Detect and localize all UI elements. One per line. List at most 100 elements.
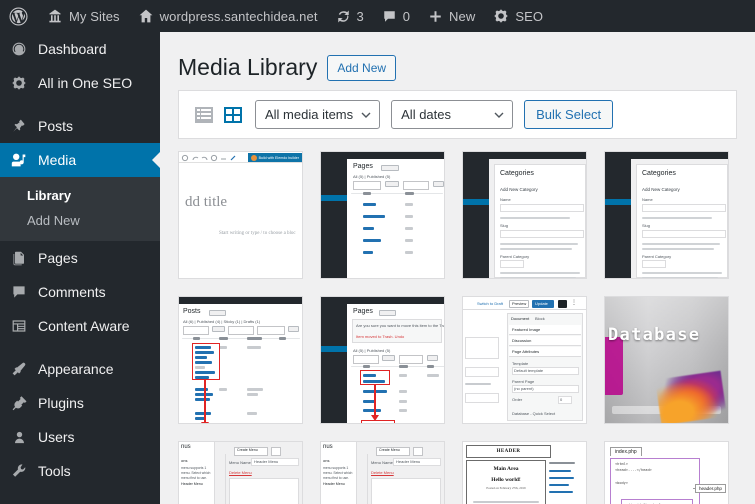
sidebar-item-all-in-one-seo[interactable]: All in One SEO [0, 66, 160, 100]
sidebar-item-media[interactable]: Media [0, 143, 160, 177]
chevron-down-icon [361, 112, 371, 118]
database-banner-text: Database [608, 327, 701, 344]
annotation-box-bottom [361, 420, 395, 423]
media-item-6[interactable]: Pages Are you sure you want to move this… [320, 296, 445, 424]
elementor-build-button[interactable]: Build with Elemdo builder [247, 153, 302, 162]
admin-bar-site-name[interactable]: wordpress.santechidea.net [129, 0, 327, 32]
annotation-arrow-head [201, 422, 209, 423]
order-value[interactable]: 0 [560, 397, 562, 402]
annotation-box [360, 370, 390, 385]
view-switcher [193, 104, 244, 126]
media-item-11[interactable]: HEADER Main Area Hello world! Posted on … [462, 441, 587, 504]
media-item-4-preview: Categories Add New Category Name Slug Pa… [605, 152, 728, 278]
annotation-arrow-line [374, 385, 376, 417]
media-item-4[interactable]: Categories Add New Category Name Slug Pa… [604, 151, 729, 279]
code-inner-block: <div id="header"> [621, 499, 693, 504]
editor-tool-icons [181, 154, 236, 162]
sidebar-item-dashboard[interactable]: Dashboard [0, 32, 160, 66]
media-item-10[interactable]: nus ons menu supports 1 menu. Select whi… [320, 441, 445, 504]
media-item-8[interactable]: Database [604, 296, 729, 424]
panel-featured-image[interactable]: Featured Image [512, 327, 540, 332]
media-item-3[interactable]: Categories Add New Category Name Slug Pa… [462, 151, 587, 279]
media-item-1-preview: Build with Elemdo builder dd title Start… [179, 152, 302, 278]
bulk-select-button[interactable]: Bulk Select [524, 100, 614, 129]
mini-f3: Parent Category [500, 254, 530, 259]
admin-bar-comments[interactable]: 0 [373, 0, 419, 32]
parent-label: Parent Page [512, 379, 535, 384]
comment-bubble-icon [384, 10, 395, 22]
add-new-button[interactable]: Add New [327, 54, 397, 82]
sidebar-item-appearance[interactable]: Appearance [0, 352, 160, 386]
media-type-filter-select[interactable]: All media items [255, 100, 381, 129]
sidebar-item-media-label: Media [38, 152, 77, 168]
media-item-5[interactable]: Posts All (6) | Published (4) | Sticky (… [178, 296, 303, 424]
sidebar-item-content-aware[interactable]: Content Aware [0, 309, 160, 343]
sidebar-item-posts-label: Posts [38, 118, 74, 134]
media-item-3-preview: Categories Add New Category Name Slug Pa… [463, 152, 586, 278]
media-item-5-preview: Posts All (6) | Published (4) | Sticky (… [179, 297, 302, 423]
sidebar-subitem-library[interactable]: Library [0, 183, 160, 208]
update-label[interactable]: Update [535, 301, 548, 306]
sidebar-item-pages-label: Pages [38, 250, 78, 266]
admin-bar-new-label: New [449, 8, 476, 24]
annotation-arrow-line [204, 380, 206, 423]
admin-bar-updates[interactable]: 3 [327, 0, 373, 32]
media-item-2[interactable]: Pages All (5) | Published (5) [320, 151, 445, 279]
sidebar-subitem-add-new[interactable]: Add New [0, 208, 160, 233]
mini-title: nus [181, 444, 191, 450]
tab-document[interactable]: Document [511, 316, 529, 321]
tab-block[interactable]: Block [535, 316, 545, 321]
media-toolbar: All media items All dates Bulk Select [178, 90, 737, 139]
chevron-down-icon [494, 112, 504, 118]
user-icon [9, 430, 29, 445]
sidebar-item-plugins[interactable]: Plugins [0, 386, 160, 420]
admin-bar-my-sites[interactable]: My Sites [38, 0, 129, 32]
grid-view-icon[interactable] [222, 104, 244, 126]
admin-bar: My Sites wordpress.santechidea.net 3 0 N… [0, 0, 755, 32]
panel-page-attributes[interactable]: Page Attributes [512, 349, 539, 354]
admin-bar-seo[interactable]: SEO [484, 0, 552, 32]
date-filter-select[interactable]: All dates [391, 100, 514, 129]
sidebar-item-users[interactable]: Users [0, 420, 160, 454]
diagram-main-area-label: Main Area [493, 466, 519, 472]
more-options-icon[interactable]: ⋮ [571, 300, 577, 306]
sidebar-item-pages[interactable]: Pages [0, 241, 160, 275]
gear-icon [9, 75, 29, 91]
page-title: Media Library [178, 54, 318, 81]
admin-bar-seo-label: SEO [515, 8, 544, 24]
admin-bar-wp-logo[interactable] [0, 0, 38, 32]
media-item-9[interactable]: nus ons menu supports 1 menu. Select whi… [178, 441, 303, 504]
mini-heading: Pages [353, 163, 373, 170]
panel-discussion[interactable]: Discussion [512, 338, 531, 343]
editor-body-placeholder: Start writing or type / to choose a bloc [219, 231, 296, 236]
mini-f1: Name [500, 197, 511, 202]
quick-select-label[interactable]: Database - Quick Select [512, 411, 555, 416]
preview-label[interactable]: Preview [512, 301, 526, 306]
media-item-12[interactable]: index.php <html> <head>....</head> <body… [604, 441, 729, 504]
mini-tab-create[interactable]: Create Menu [237, 448, 258, 452]
switch-to-draft-label[interactable]: Switch to Draft [477, 301, 503, 306]
diagram-post-title: Hello world! [491, 477, 521, 483]
mini-tab-create[interactable]: Create Menu [379, 448, 400, 452]
code-file-tab[interactable]: index.php [610, 447, 642, 456]
sidebar-item-comments[interactable]: Comments [0, 275, 160, 309]
media-item-12-preview: index.php <html> <head>....</head> <body… [605, 442, 728, 504]
media-type-filter-value: All media items [265, 107, 354, 122]
media-item-7[interactable]: Switch to Draft Preview Update ⋮ Documen… [462, 296, 587, 424]
admin-bar-updates-count: 3 [356, 8, 364, 24]
media-item-8-preview: Database [605, 297, 728, 423]
mini-f1: Name [642, 197, 653, 202]
mini-f2: Slug [500, 223, 509, 228]
parent-value[interactable]: (no parent) [514, 386, 534, 391]
plug-icon [9, 395, 29, 411]
sidebar-item-posts[interactable]: Posts [0, 109, 160, 143]
wordpress-icon [9, 6, 28, 26]
template-value[interactable]: Default template [514, 368, 543, 373]
mini-left-hint: ons [181, 458, 188, 463]
sidebar-item-tools[interactable]: Tools [0, 454, 160, 488]
pages-icon [9, 251, 29, 266]
list-view-icon[interactable] [193, 104, 215, 126]
mini-heading: Pages [353, 308, 373, 315]
media-item-1[interactable]: Build with Elemdo builder dd title Start… [178, 151, 303, 279]
admin-bar-new-content[interactable]: New [419, 0, 484, 32]
